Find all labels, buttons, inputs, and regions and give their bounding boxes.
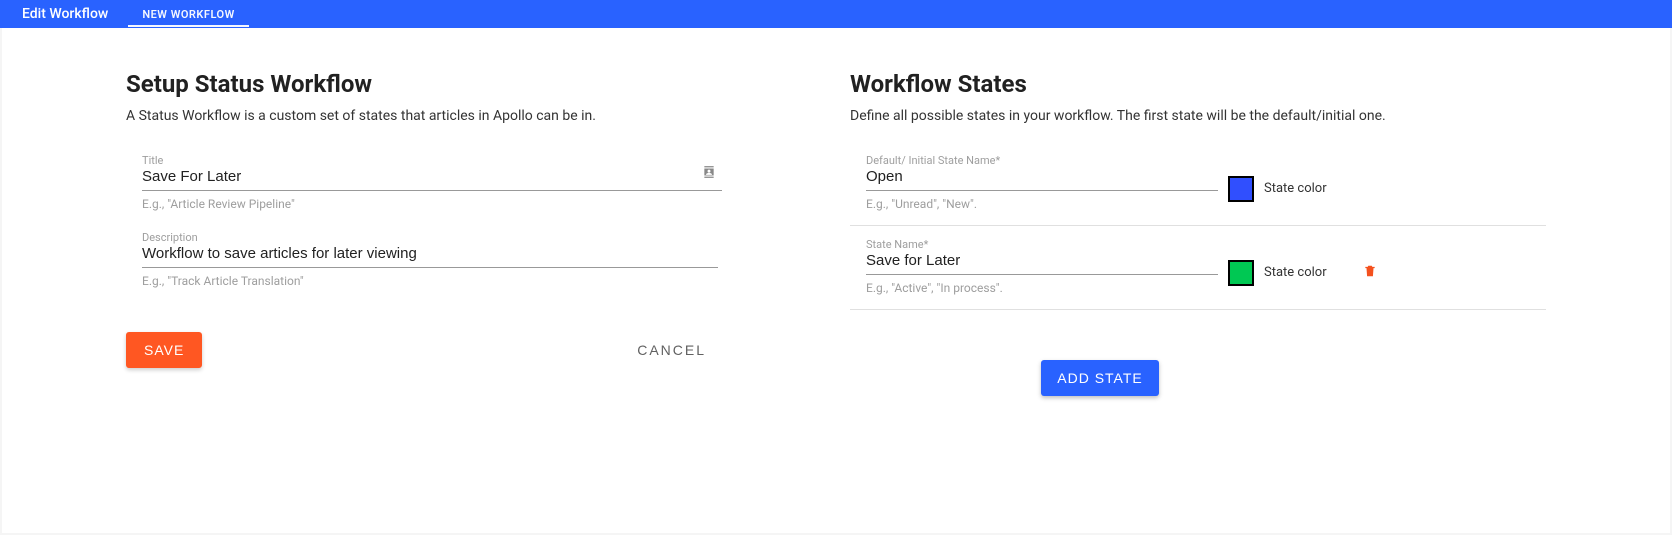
state-label: Default/ Initial State Name* xyxy=(866,154,1000,167)
description-label: Description xyxy=(142,231,198,244)
states-subtitle: Define all possible states in your workf… xyxy=(850,108,1546,124)
description-field-wrap: Description E.g., "Track Article Transla… xyxy=(142,229,716,288)
title-input[interactable] xyxy=(142,168,722,190)
cancel-button[interactable]: CANCEL xyxy=(625,332,718,368)
save-button[interactable]: SAVE xyxy=(126,332,202,368)
state-color-label: State color xyxy=(1264,265,1327,280)
delete-state-icon[interactable] xyxy=(1363,262,1377,284)
description-input[interactable] xyxy=(142,245,718,267)
state-label: State Name* xyxy=(866,238,928,251)
states-heading: Workflow States xyxy=(850,70,1546,98)
tab-new-workflow[interactable]: NEW WORKFLOW xyxy=(128,2,248,27)
setup-panel: Setup Status Workflow A Status Workflow … xyxy=(2,70,836,533)
add-state-row: ADD STATE xyxy=(850,360,1350,396)
state-color-label: State color xyxy=(1264,181,1327,196)
setup-heading: Setup Status Workflow xyxy=(126,70,716,98)
tab-bar: Edit Workflow NEW WORKFLOW xyxy=(0,0,1672,28)
description-helper: E.g., "Track Article Translation" xyxy=(142,274,716,288)
title-helper: E.g., "Article Review Pipeline" xyxy=(142,197,716,211)
setup-subtitle: A Status Workflow is a custom set of sta… xyxy=(126,108,716,124)
state-row: State Name* E.g., "Active", "In process"… xyxy=(850,236,1546,310)
states-panel: Workflow States Define all possible stat… xyxy=(836,70,1670,533)
setup-buttons: SAVE CANCEL xyxy=(126,332,718,368)
title-label: Title xyxy=(142,154,163,167)
add-state-button[interactable]: ADD STATE xyxy=(1041,360,1159,396)
state-color-swatch[interactable] xyxy=(1228,260,1254,286)
state-color-swatch[interactable] xyxy=(1228,176,1254,202)
title-field-wrap: Title E.g., "Article Review Pipeline" xyxy=(142,152,716,211)
state-row: Default/ Initial State Name* E.g., "Unre… xyxy=(850,152,1546,226)
state-name-input[interactable] xyxy=(866,168,1218,190)
state-helper: E.g., "Unread", "New". xyxy=(866,197,1218,211)
state-name-input[interactable] xyxy=(866,252,1218,274)
page-content: Setup Status Workflow A Status Workflow … xyxy=(2,28,1670,533)
tab-edit-workflow[interactable]: Edit Workflow xyxy=(10,6,120,22)
state-helper: E.g., "Active", "In process". xyxy=(866,281,1218,295)
